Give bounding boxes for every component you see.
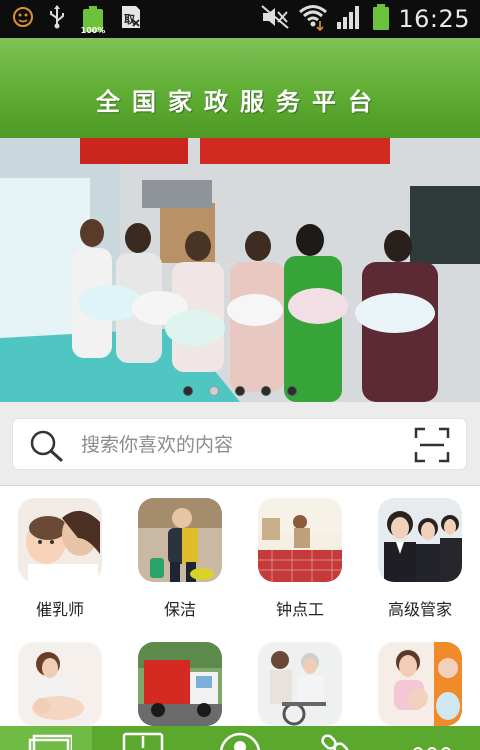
category-image xyxy=(378,498,462,582)
category-label: 保洁 xyxy=(163,600,196,619)
tab-home[interactable] xyxy=(0,726,92,750)
category-image xyxy=(138,642,222,726)
carousel-dot[interactable] xyxy=(287,386,297,396)
category-image xyxy=(258,498,342,582)
app-header: 全国家政服务平台 xyxy=(0,38,480,138)
category-image xyxy=(18,498,102,582)
category-item-cuirushi[interactable]: 催乳师 xyxy=(0,498,120,628)
battery-icon: 100% xyxy=(80,5,106,35)
mute-icon xyxy=(260,4,290,34)
battery-percent: 100% xyxy=(80,26,106,35)
user-tab-icon xyxy=(218,731,262,750)
battery-full-icon xyxy=(372,3,390,35)
home-tab-icon xyxy=(28,734,74,750)
tab-link[interactable] xyxy=(288,726,384,750)
category-image xyxy=(378,642,462,726)
search-area: 搜索你喜欢的内容 xyxy=(0,402,480,486)
category-item-baojie[interactable]: 保洁 xyxy=(120,498,240,628)
category-item-gaojiguanjia[interactable]: 高级管家 xyxy=(360,498,480,628)
banner-carousel[interactable] xyxy=(0,138,480,402)
scan-icon[interactable] xyxy=(414,427,450,467)
category-item-yuesao[interactable] xyxy=(0,642,120,726)
category-label: 钟点工 xyxy=(275,600,324,619)
category-item-zhongdiangong[interactable]: 钟点工 xyxy=(240,498,360,628)
banner-image xyxy=(0,138,480,402)
tab-download[interactable] xyxy=(96,726,192,750)
tab-user[interactable] xyxy=(192,726,288,750)
category-item-hugong[interactable] xyxy=(240,642,360,726)
tab-more[interactable] xyxy=(384,726,480,750)
page-title: 全国家政服务平台 xyxy=(96,87,384,116)
carousel-dot[interactable] xyxy=(235,386,245,396)
category-image xyxy=(18,642,102,726)
status-bar: 100% 取 16:25 xyxy=(0,0,480,38)
carousel-indicators xyxy=(0,386,480,398)
search-input[interactable]: 搜索你喜欢的内容 xyxy=(12,418,467,470)
status-time: 16:25 xyxy=(398,5,470,33)
wifi-icon xyxy=(298,3,328,35)
sd-card-icon: 取 xyxy=(120,4,142,34)
search-icon[interactable] xyxy=(29,429,65,467)
category-item-yuying[interactable] xyxy=(360,642,480,726)
more-tab-icon xyxy=(410,740,454,750)
category-item-banjia[interactable] xyxy=(120,642,240,726)
usb-icon xyxy=(48,4,66,34)
category-grid: 催乳师 保洁 钟点工 高级管家 xyxy=(0,486,480,726)
category-label: 催乳师 xyxy=(35,600,84,619)
carousel-dot-active[interactable] xyxy=(209,386,219,396)
face-icon xyxy=(12,6,34,32)
download-tab-icon xyxy=(122,732,166,750)
link-tab-icon xyxy=(316,731,356,750)
carousel-dot[interactable] xyxy=(261,386,271,396)
carousel-dot[interactable] xyxy=(183,386,193,396)
category-image xyxy=(258,642,342,726)
category-image xyxy=(138,498,222,582)
bottom-tab-bar xyxy=(0,726,480,750)
signal-icon xyxy=(336,4,364,34)
svg-text:取: 取 xyxy=(124,13,135,26)
category-label: 高级管家 xyxy=(387,600,452,619)
search-placeholder: 搜索你喜欢的内容 xyxy=(81,434,234,456)
